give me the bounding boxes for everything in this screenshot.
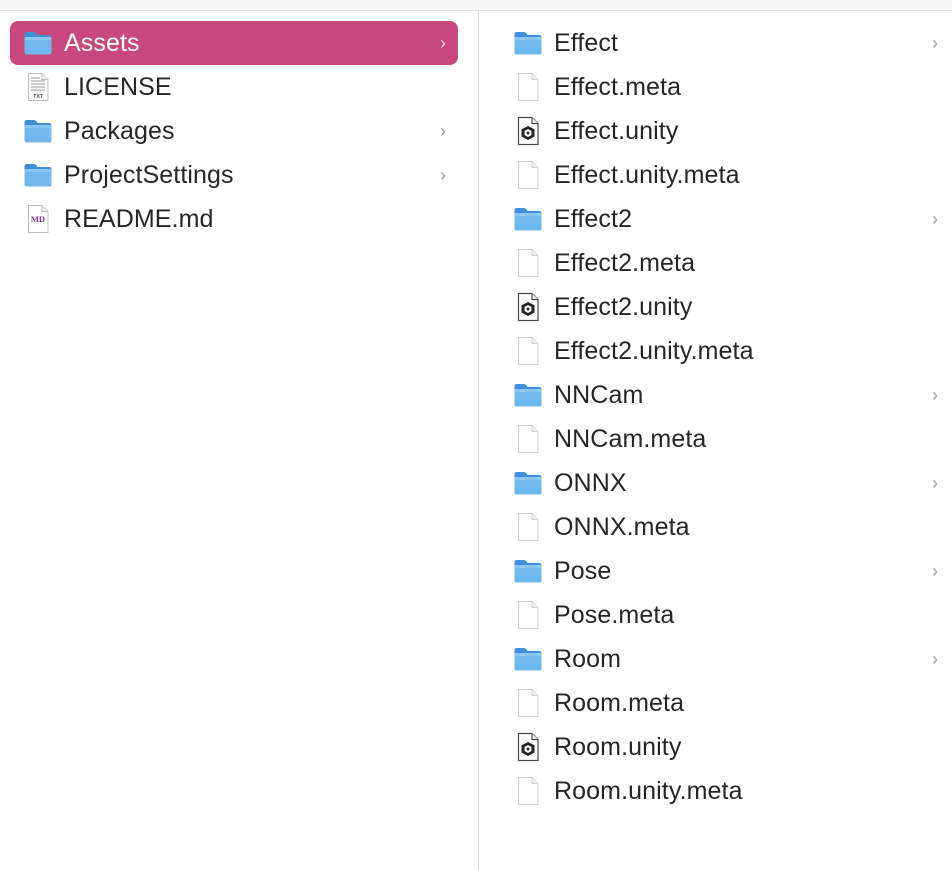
item-label: Effect.meta <box>554 72 682 101</box>
chevron-right-icon: › <box>932 561 938 581</box>
folder-icon <box>22 27 54 59</box>
item-label: Room.meta <box>554 688 685 717</box>
list-item-effect2-meta[interactable]: Effect2.meta <box>479 241 952 285</box>
item-label: Pose <box>554 556 612 585</box>
list-item-onnx-meta[interactable]: ONNX.meta <box>479 505 952 549</box>
list-item-effect2-unity-meta[interactable]: Effect2.unity.meta <box>479 329 952 373</box>
markdown-file-icon: MD <box>22 203 54 235</box>
chevron-right-icon: › <box>932 33 938 53</box>
list-item-effect-unity-meta[interactable]: Effect.unity.meta <box>479 153 952 197</box>
folder-icon <box>22 115 54 147</box>
list-item-room-unity[interactable]: Room.unity <box>479 725 952 769</box>
item-label: NNCam <box>554 380 644 409</box>
list-item-packages[interactable]: Packages › <box>10 109 458 153</box>
list-item-assets[interactable]: Assets › <box>10 21 458 65</box>
item-label: Pose.meta <box>554 600 675 629</box>
item-label: Effect2.meta <box>554 248 696 277</box>
file-icon <box>512 159 544 191</box>
item-label: Effect2 <box>554 204 633 233</box>
chevron-right-icon: › <box>932 649 938 669</box>
file-icon <box>512 423 544 455</box>
item-label: LICENSE <box>64 72 172 101</box>
file-icon <box>512 775 544 807</box>
list-item-room-unity-meta[interactable]: Room.unity.meta <box>479 769 952 813</box>
item-label: ONNX.meta <box>554 512 690 541</box>
folder-icon <box>512 555 544 587</box>
list-item-projectsettings[interactable]: ProjectSettings › <box>10 153 458 197</box>
text-file-icon: TXT <box>22 71 54 103</box>
item-label: Effect <box>554 28 619 57</box>
chevron-right-icon: › <box>932 473 938 493</box>
chevron-right-icon: › <box>440 165 446 185</box>
unity-file-icon <box>512 731 544 763</box>
folder-icon <box>512 643 544 675</box>
list-item-room[interactable]: Room › <box>479 637 952 681</box>
column-root[interactable]: Assets › TXT LICENSE Packages › ProjectSetting… <box>0 11 479 870</box>
item-label: ONNX <box>554 468 627 497</box>
list-item-effect-meta[interactable]: Effect.meta <box>479 65 952 109</box>
item-label: Effect.unity.meta <box>554 160 740 189</box>
column-root-list: Assets › TXT LICENSE Packages › ProjectSetting… <box>0 21 478 241</box>
folder-icon <box>512 27 544 59</box>
item-label: NNCam.meta <box>554 424 707 453</box>
list-item-nncam[interactable]: NNCam › <box>479 373 952 417</box>
item-label: Room <box>554 644 622 673</box>
chevron-right-icon: › <box>440 33 446 53</box>
file-icon <box>512 71 544 103</box>
list-item-pose-meta[interactable]: Pose.meta <box>479 593 952 637</box>
folder-icon <box>22 159 54 191</box>
list-item-effect2-unity[interactable]: Effect2.unity <box>479 285 952 329</box>
folder-icon <box>512 467 544 499</box>
list-item-readme-md[interactable]: MD README.md <box>10 197 458 241</box>
svg-text:MD: MD <box>31 214 45 224</box>
list-item-pose[interactable]: Pose › <box>479 549 952 593</box>
list-item-room-meta[interactable]: Room.meta <box>479 681 952 725</box>
toolbar-edge <box>0 0 952 11</box>
list-item-effect-unity[interactable]: Effect.unity <box>479 109 952 153</box>
unity-file-icon <box>512 291 544 323</box>
chevron-right-icon: › <box>440 121 446 141</box>
list-item-license[interactable]: TXT LICENSE <box>10 65 458 109</box>
list-item-effect2[interactable]: Effect2 › <box>479 197 952 241</box>
file-icon <box>512 687 544 719</box>
chevron-right-icon: › <box>932 385 938 405</box>
chevron-right-icon: › <box>932 209 938 229</box>
list-item-effect[interactable]: Effect › <box>479 21 952 65</box>
file-icon <box>512 599 544 631</box>
item-label: Packages <box>64 116 175 145</box>
column-assets-list: Effect › Effect.meta Effect.unity Effect.uni… <box>479 21 952 813</box>
file-icon <box>512 247 544 279</box>
item-label: README.md <box>64 204 214 233</box>
item-label: Effect2.unity <box>554 292 693 321</box>
list-item-onnx[interactable]: ONNX › <box>479 461 952 505</box>
item-label: Effect2.unity.meta <box>554 336 754 365</box>
folder-icon <box>512 379 544 411</box>
item-label: Room.unity <box>554 732 682 761</box>
file-icon <box>512 335 544 367</box>
file-icon <box>512 511 544 543</box>
column-assets[interactable]: Effect › Effect.meta Effect.unity Effect.uni… <box>479 11 952 870</box>
item-label: ProjectSettings <box>64 160 234 189</box>
item-label: Assets <box>64 28 140 57</box>
item-label: Effect.unity <box>554 116 679 145</box>
item-label: Room.unity.meta <box>554 776 743 805</box>
svg-text:TXT: TXT <box>33 94 44 100</box>
unity-file-icon <box>512 115 544 147</box>
list-item-nncam-meta[interactable]: NNCam.meta <box>479 417 952 461</box>
folder-icon <box>512 203 544 235</box>
